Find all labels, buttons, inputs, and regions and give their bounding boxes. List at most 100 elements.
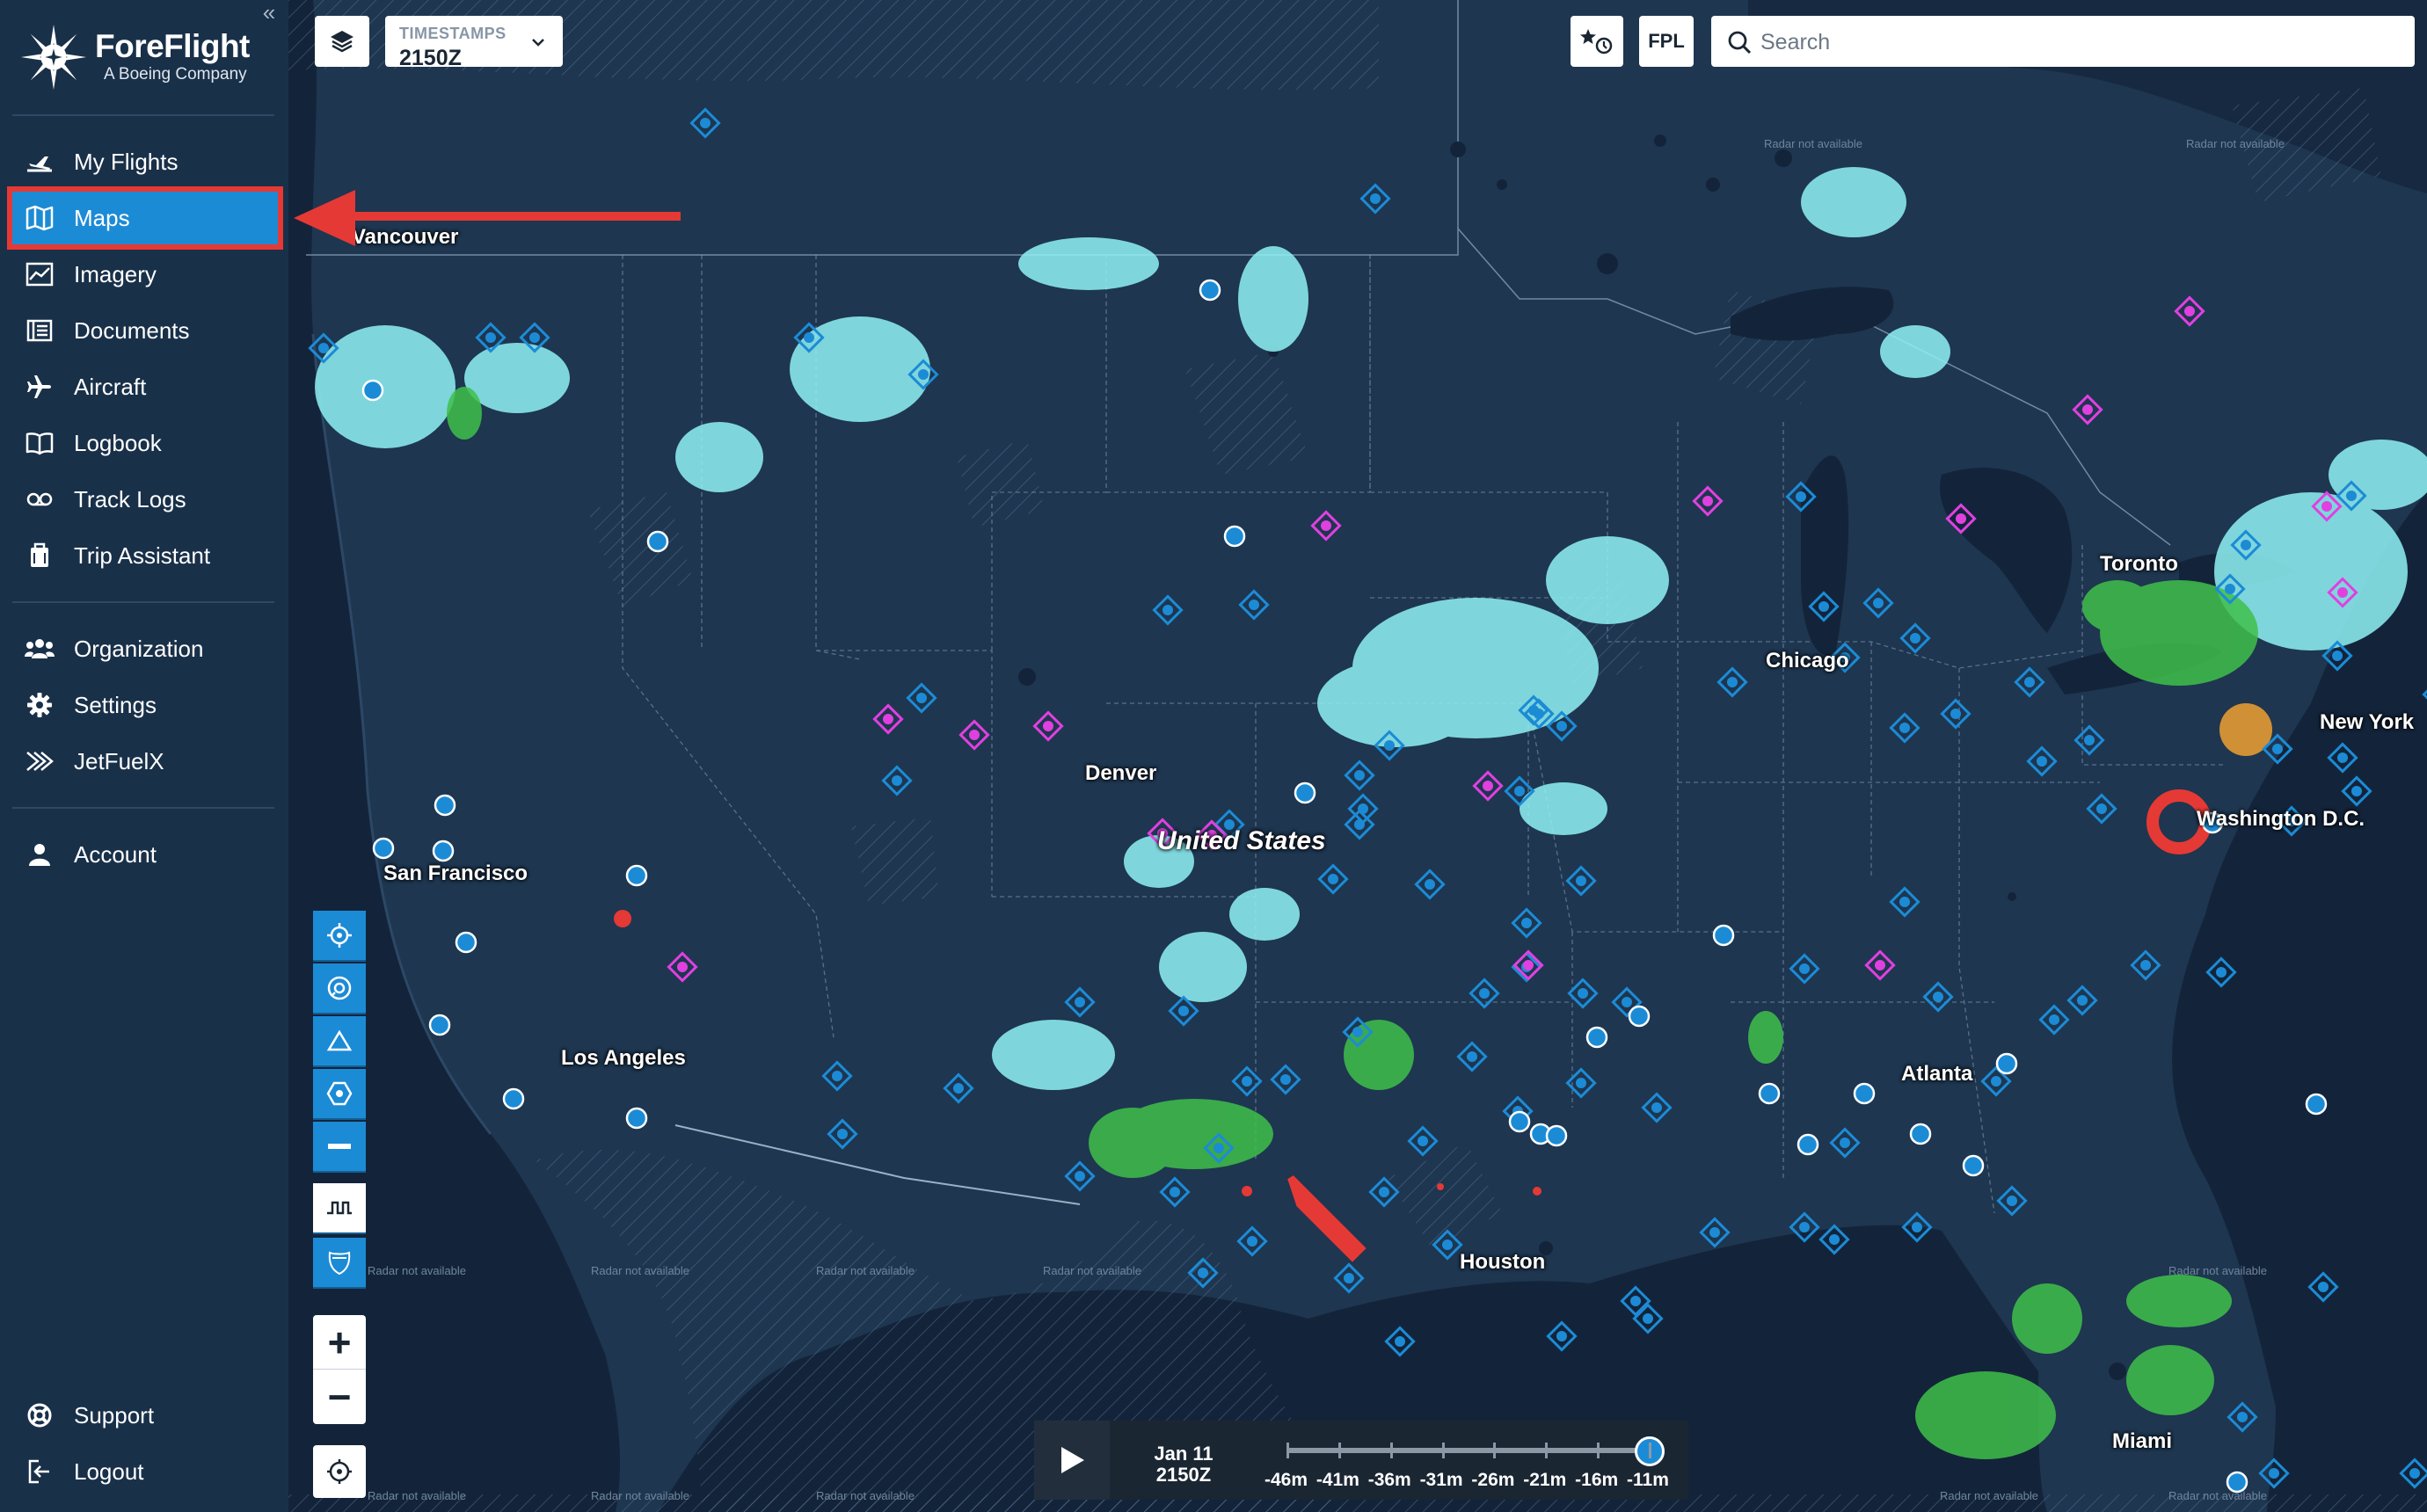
airport-m-marker[interactable] <box>1585 1026 1608 1049</box>
timestamps-dropdown[interactable]: TIMESTAMPS 2150Z <box>385 16 563 70</box>
airport-m-marker[interactable] <box>1199 279 1221 302</box>
play-button[interactable] <box>1034 1421 1110 1500</box>
airport-marker[interactable] <box>1940 698 1971 730</box>
airport-marker[interactable] <box>1374 730 1405 761</box>
sidebar-item-settings[interactable]: Settings <box>9 677 278 733</box>
airport-marker[interactable] <box>2327 742 2358 774</box>
airport-marker[interactable] <box>1523 698 1555 730</box>
sidebar-item-support[interactable]: Support <box>9 1387 278 1443</box>
airport-marker[interactable] <box>2214 573 2246 605</box>
airport-marker[interactable] <box>308 332 339 364</box>
sidebar-item-organization[interactable]: Organization <box>9 621 278 677</box>
sidebar-item-jetfuelx[interactable]: JetFuelX <box>9 733 278 789</box>
airport-marker[interactable] <box>1922 981 1954 1013</box>
sidebar-item-account[interactable]: Account <box>9 826 278 883</box>
airport-marker[interactable] <box>1236 1225 1268 1257</box>
highway-tool-button[interactable] <box>313 1238 366 1289</box>
airport-m-marker[interactable] <box>625 864 648 887</box>
restricted-airspace-marker[interactable] <box>2174 295 2205 327</box>
sidebar-item-trip-assistant[interactable]: Trip Assistant <box>9 527 278 584</box>
airport-marker[interactable] <box>1187 1257 1219 1289</box>
airport-m-marker[interactable] <box>625 1107 648 1130</box>
sidebar-item-documents[interactable]: Documents <box>9 302 278 359</box>
airport-m-marker[interactable] <box>1712 924 1735 947</box>
restricted-airspace-marker[interactable] <box>667 951 698 983</box>
airport-marker[interactable] <box>1889 712 1920 744</box>
airport-m-marker[interactable] <box>1962 1154 1985 1177</box>
airport-marker[interactable] <box>1818 1224 1850 1255</box>
airport-marker[interactable] <box>2026 745 2058 777</box>
runway-tool-button[interactable] <box>313 1122 366 1173</box>
airport-marker[interactable] <box>1270 1064 1301 1095</box>
restricted-airspace-marker[interactable] <box>1032 710 1064 742</box>
airport-m-marker[interactable] <box>1909 1123 1932 1145</box>
airport-marker[interactable] <box>907 359 939 390</box>
airport-marker[interactable] <box>2336 480 2367 512</box>
restricted-airspace-marker[interactable] <box>1864 949 1896 981</box>
airport-marker[interactable] <box>1152 594 1184 626</box>
airport-marker[interactable] <box>1996 1185 2028 1217</box>
profile-tool-button[interactable] <box>313 1183 366 1234</box>
airport-m-marker[interactable] <box>1995 1052 2018 1075</box>
airport-marker[interactable] <box>1789 1211 1820 1243</box>
airport-marker[interactable] <box>1632 1303 1664 1334</box>
airport-m-marker[interactable] <box>432 840 455 862</box>
airport-marker[interactable] <box>2422 679 2427 710</box>
airport-marker[interactable] <box>1456 1041 1488 1072</box>
airport-m-marker[interactable] <box>2305 1093 2328 1116</box>
route-tool-button[interactable] <box>313 911 366 962</box>
airport-m-marker[interactable] <box>1628 1005 1651 1028</box>
sidebar-item-logout[interactable]: Logout <box>9 1443 278 1500</box>
airport-m-marker[interactable] <box>1853 1082 1876 1105</box>
airport-marker[interactable] <box>2227 1401 2258 1433</box>
airport-marker[interactable] <box>1862 587 1894 619</box>
center-location-button[interactable] <box>313 1445 366 1498</box>
airport-m-marker[interactable] <box>1797 1133 1819 1156</box>
fpl-button[interactable]: FPL <box>1639 16 1694 67</box>
airport-marker[interactable] <box>2262 733 2293 765</box>
airport-marker[interactable] <box>2307 1271 2339 1303</box>
airport-marker[interactable] <box>1064 986 1096 1018</box>
airport-marker[interactable] <box>1317 863 1349 895</box>
airport-marker[interactable] <box>2074 724 2105 756</box>
airport-marker[interactable] <box>1368 1176 1400 1208</box>
airport-marker[interactable] <box>1518 694 1549 726</box>
airport-m-marker[interactable] <box>428 1014 451 1036</box>
airport-marker[interactable] <box>1414 869 1446 900</box>
airport-marker[interactable] <box>1407 1125 1439 1157</box>
airport-marker[interactable] <box>2399 1457 2427 1489</box>
zoom-out-button[interactable]: − <box>313 1370 366 1424</box>
airport-marker[interactable] <box>827 1118 858 1150</box>
airport-marker[interactable] <box>2066 985 2098 1016</box>
airport-marker[interactable] <box>1620 1285 1651 1317</box>
restricted-airspace-marker[interactable] <box>1692 485 1724 517</box>
airport-m-marker[interactable] <box>455 931 477 954</box>
airport-marker[interactable] <box>1567 978 1599 1009</box>
sidebar-item-my-flights[interactable]: My Flights <box>9 134 278 190</box>
sidebar-item-track-logs[interactable]: Track Logs <box>9 471 278 527</box>
recents-button[interactable] <box>1571 16 1623 67</box>
airport-marker[interactable] <box>1432 1229 1463 1261</box>
restricted-airspace-marker[interactable] <box>1945 503 1977 534</box>
airport-marker[interactable] <box>793 322 825 353</box>
airport-marker[interactable] <box>1359 183 1391 214</box>
airport-marker[interactable] <box>1333 1262 1365 1294</box>
airport-m-marker[interactable] <box>1508 1110 1531 1133</box>
airport-marker[interactable] <box>1168 995 1199 1027</box>
timeline-track[interactable] <box>1287 1448 1650 1453</box>
airport-marker[interactable] <box>1546 1320 1578 1352</box>
airport-marker[interactable] <box>1344 760 1375 791</box>
airport-m-marker[interactable] <box>1294 781 1316 804</box>
airport-marker[interactable] <box>2130 949 2161 981</box>
airport-marker[interactable] <box>2321 640 2353 672</box>
airport-m-marker[interactable] <box>372 837 395 860</box>
airport-m-marker[interactable] <box>361 379 384 402</box>
airport-marker[interactable] <box>1064 1160 1096 1192</box>
airport-m-marker[interactable] <box>1545 1124 1568 1147</box>
restricted-airspace-marker[interactable] <box>2311 491 2343 522</box>
airport-marker[interactable] <box>1504 775 1535 807</box>
airport-marker[interactable] <box>2341 775 2372 807</box>
airport-marker[interactable] <box>1829 1127 1861 1159</box>
airport-marker[interactable] <box>475 322 507 353</box>
airport-marker[interactable] <box>2086 793 2117 825</box>
